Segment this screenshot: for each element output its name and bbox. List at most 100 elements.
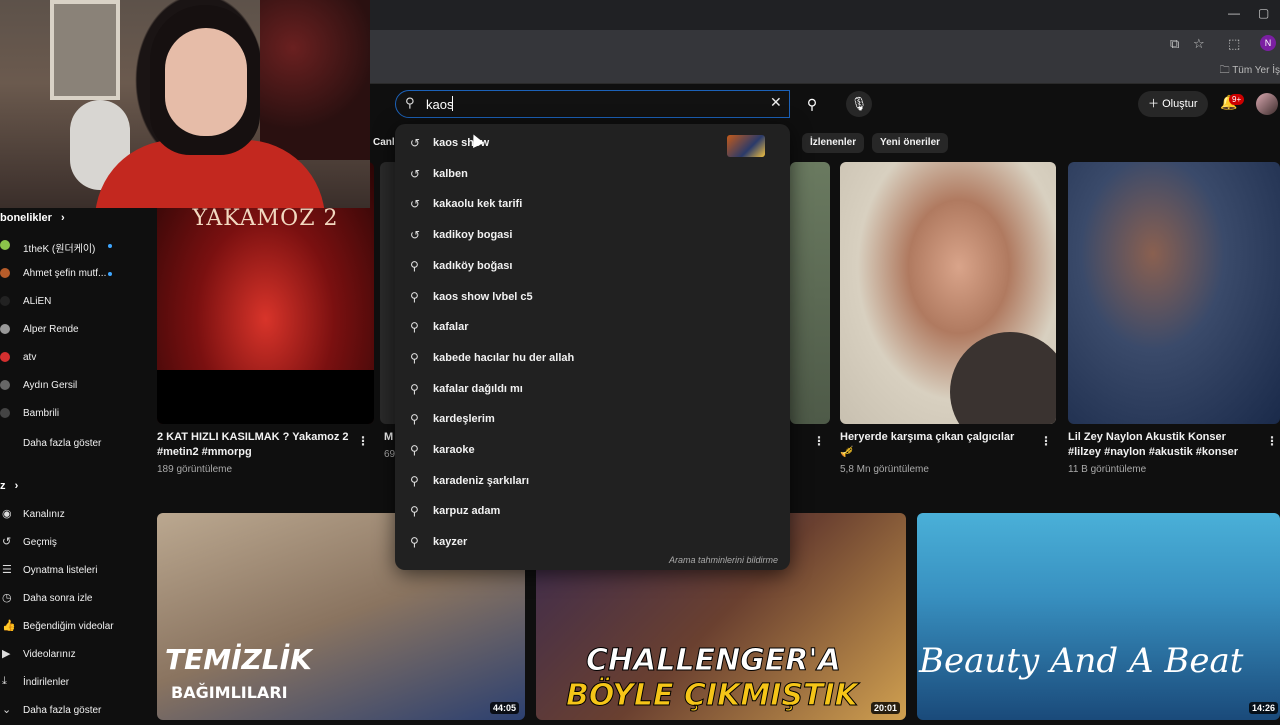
suggestion-item[interactable]: ⚲ kafalar xyxy=(395,312,790,342)
search-button[interactable]: ⚲ xyxy=(797,90,827,118)
sidebar-subscription-item[interactable]: Bambrili xyxy=(0,400,150,428)
more-options-icon[interactable]: ⋮ xyxy=(357,434,369,448)
sidebar-subscription-item[interactable]: 1theK (원더케이) xyxy=(0,232,150,260)
video-thumbnail[interactable] xyxy=(840,162,1056,424)
search-icon: ⚲ xyxy=(410,412,419,427)
suggestion-item[interactable]: ⚲ kayzer xyxy=(395,527,790,557)
mic-icon: 🎙 xyxy=(850,96,868,111)
restore-icon[interactable]: ▢ xyxy=(1258,6,1269,20)
suggestion-item[interactable]: ⚲ kaos show lvbel c5 xyxy=(395,282,790,312)
video-views: 69 xyxy=(384,449,396,460)
report-predictions-link[interactable]: Arama tahminlerini bildirme xyxy=(669,555,778,565)
text-caret xyxy=(452,96,453,111)
cast-icon[interactable]: ⧉ xyxy=(1170,36,1179,52)
sidebar-item[interactable]: ◉ Kanalınız xyxy=(0,501,150,529)
search-input[interactable] xyxy=(426,94,756,114)
suggestion-item[interactable]: ⚲ karpuz adam xyxy=(395,496,790,526)
channel-name: Bambrili xyxy=(23,408,60,419)
suggestion-item[interactable]: ⚲ kabede hacılar hu der allah xyxy=(395,343,790,373)
search-icon: ⚲ xyxy=(410,535,419,550)
suggestion-item[interactable]: ⚲ kadıköy boğası xyxy=(395,251,790,281)
video-title[interactable]: 2 KAT HIZLI KASILMAK ? Yakamoz 2 #metin2… xyxy=(157,430,357,460)
suggestion-item[interactable]: ⚲ kardeşlerim xyxy=(395,404,790,434)
suggestion-item[interactable]: ⚲ karaoke xyxy=(395,435,790,465)
search-icon: ⚲ xyxy=(410,504,419,519)
channel-name: Alper Rende xyxy=(23,324,79,335)
sidebar-subscription-item[interactable]: ALiEN xyxy=(0,288,150,316)
voice-search-button[interactable]: 🎙 xyxy=(846,91,872,117)
suggestion-item[interactable]: ⚲ karadeniz şarkıları xyxy=(395,466,790,496)
search-suggestions-dropdown: ↺ kaos show ↺ kalben ↺ kakaolu kek tarifi ↺ kad… xyxy=(395,124,790,570)
suggestion-item[interactable]: ↺ kalben xyxy=(395,159,790,189)
sidebar-show-more-subs[interactable]: Daha fazla göster xyxy=(0,430,150,458)
channel-avatar xyxy=(0,240,10,250)
sidebar-item-label: Daha fazla göster xyxy=(23,705,102,716)
chip-new-recommendations[interactable]: Yeni öneriler xyxy=(872,133,949,153)
thumbnail-text: YAKAMOZ 2 xyxy=(192,206,339,231)
video-thumbnail[interactable] xyxy=(790,162,830,424)
channel-avatar xyxy=(0,408,10,418)
suggestion-item[interactable]: ↺ kakaolu kek tarifi xyxy=(395,189,790,219)
video-thumbnail[interactable]: Beauty And A Beat 14:26 xyxy=(917,513,1280,720)
bookmark-star-icon[interactable]: ☆ xyxy=(1193,36,1205,52)
minimize-icon[interactable]: — xyxy=(1228,6,1240,20)
sidebar-subscription-item[interactable]: Ahmet şefin mutf... xyxy=(0,260,150,288)
history-icon: ↺ xyxy=(410,136,421,150)
suggestion-text: kaos show lvbel c5 xyxy=(433,290,533,303)
you-header[interactable]: z › xyxy=(0,480,18,492)
sidebar-item-label: Kanalınız xyxy=(23,509,65,520)
search-icon: ⚲ xyxy=(410,473,419,488)
search-icon: ⚲ xyxy=(410,350,419,365)
video-duration: 20:01 xyxy=(870,702,900,714)
thumbnail-text: BAĞIMLILARI xyxy=(171,683,288,702)
sidebar-item[interactable]: ⤓ İndirilenler xyxy=(0,669,150,697)
sidebar-item-label: Daha sonra izle xyxy=(23,593,93,604)
chevron-down-icon: ⌄ xyxy=(2,704,12,716)
video-thumbnail[interactable] xyxy=(1068,162,1280,424)
video-title[interactable]: Lil Zey Naylon Akustik Konser #lilzey #n… xyxy=(1068,430,1248,460)
new-content-dot xyxy=(108,244,112,248)
sidebar-item-label: Videolarınız xyxy=(23,649,76,660)
channel-icon: ◉ xyxy=(2,508,12,520)
sidebar-subscription-item[interactable]: atv xyxy=(0,344,150,372)
video-views: 5,8 Mn görüntüleme xyxy=(840,464,929,475)
webcam-person-face xyxy=(165,28,247,136)
sidebar-item[interactable]: ⌄ Daha fazla göster xyxy=(0,697,150,725)
video-views: 189 görüntüleme xyxy=(157,464,233,475)
all-bookmarks-link[interactable]: 🗀 Tüm Yer İş xyxy=(1220,63,1280,80)
sidebar-item[interactable]: ▶ Videolarınız xyxy=(0,641,150,669)
sidebar-item[interactable]: 👍 Beğendiğim videolar xyxy=(0,613,150,641)
clear-search-icon[interactable]: ✕ xyxy=(770,94,782,111)
video-title[interactable]: M xyxy=(384,430,393,445)
suggestion-item[interactable]: ⚲ kafalar dağıldı mı xyxy=(395,374,790,404)
suggestion-item[interactable]: ↺ kadikoy bogasi xyxy=(395,220,790,250)
thumbnail-text: CHALLENGER'A xyxy=(586,643,842,679)
like-icon: 👍 xyxy=(2,620,16,632)
channel-avatar xyxy=(0,296,10,306)
sidebar-subscription-item[interactable]: Aydın Gersil xyxy=(0,372,150,400)
sidebar-item[interactable]: ◷ Daha sonra izle xyxy=(0,585,150,613)
chip-watched[interactable]: İzlenenler xyxy=(802,133,865,153)
profile-avatar[interactable]: N xyxy=(1260,35,1276,51)
suggestion-text: kadikoy bogasi xyxy=(433,229,513,242)
video-title[interactable]: Heryerde karşıma çıkan çalgıcılar 🎺 xyxy=(840,430,1030,460)
search-icon: ⚲ xyxy=(806,96,818,112)
channel-avatar xyxy=(0,268,10,278)
more-options-icon[interactable]: ⋮ xyxy=(1040,434,1052,448)
account-avatar[interactable] xyxy=(1256,93,1278,115)
suggestion-text: kardeşlerim xyxy=(433,413,495,426)
subscriptions-header[interactable]: bonelikler › xyxy=(0,212,65,224)
create-button[interactable]: ＋ Oluştur xyxy=(1138,91,1208,117)
more-options-icon[interactable]: ⋮ xyxy=(1266,434,1278,448)
thumbnail-text: Beauty And A Beat xyxy=(919,641,1244,681)
channel-name: atv xyxy=(23,352,37,363)
more-options-icon[interactable]: ⋮ xyxy=(813,434,825,448)
chevron-right-icon: › xyxy=(61,212,65,224)
sidebar-subscription-item[interactable]: Alper Rende xyxy=(0,316,150,344)
video-duration: 14:26 xyxy=(1248,702,1278,714)
suggestion-item[interactable]: ↺ kaos show xyxy=(395,128,790,158)
extensions-icon[interactable]: ⬚ xyxy=(1228,36,1240,52)
sidebar-item[interactable]: ☰ Oynatma listeleri xyxy=(0,557,150,585)
sidebar-item[interactable]: ↺ Geçmiş xyxy=(0,529,150,557)
playlist-icon: ☰ xyxy=(2,564,12,576)
